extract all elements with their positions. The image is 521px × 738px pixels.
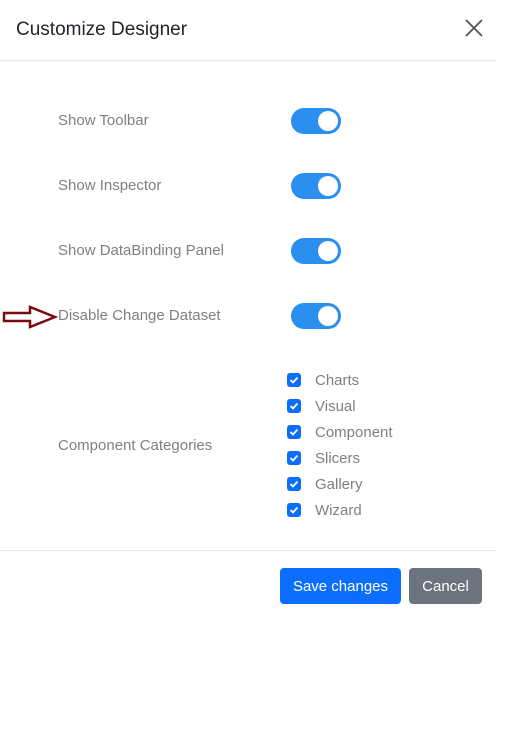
close-icon[interactable] <box>462 16 486 40</box>
dialog-title: Customize Designer <box>16 19 188 40</box>
show-databinding-panel-label: Show DataBinding Panel <box>58 242 224 259</box>
customize-designer-dialog: Customize Designer Show Toolbar Show Ins… <box>0 0 497 620</box>
category-slicers[interactable]: Slicers <box>287 448 360 468</box>
header-divider <box>0 60 497 61</box>
show-inspector-toggle[interactable] <box>291 173 341 199</box>
footer-divider <box>0 550 497 551</box>
checkbox-checked-icon[interactable] <box>287 451 301 465</box>
category-visual[interactable]: Visual <box>287 396 356 416</box>
save-changes-button[interactable]: Save changes <box>280 568 401 604</box>
category-label: Visual <box>315 397 356 415</box>
checkbox-checked-icon[interactable] <box>287 373 301 387</box>
category-charts[interactable]: Charts <box>287 370 359 390</box>
arrow-right-outline-icon <box>2 305 58 329</box>
disable-change-dataset-label: Disable Change Dataset <box>58 307 221 324</box>
category-label: Slicers <box>315 449 361 467</box>
show-inspector-label: Show Inspector <box>58 177 162 194</box>
category-label: Wizard <box>315 501 362 519</box>
checkbox-checked-icon[interactable] <box>287 503 301 517</box>
cancel-button[interactable]: Cancel <box>409 568 482 604</box>
checkbox-checked-icon[interactable] <box>287 477 301 491</box>
checkbox-checked-icon[interactable] <box>287 399 301 413</box>
category-label: Charts <box>315 371 360 389</box>
category-gallery[interactable]: Gallery <box>287 474 363 494</box>
show-toolbar-toggle[interactable] <box>291 108 341 134</box>
category-label: Component <box>315 423 393 441</box>
component-categories-label: Component Categories <box>58 437 213 454</box>
show-databinding-panel-toggle[interactable] <box>291 238 341 264</box>
checkbox-checked-icon[interactable] <box>287 425 301 439</box>
disable-change-dataset-toggle[interactable] <box>291 303 341 329</box>
category-label: Gallery <box>315 475 363 493</box>
category-wizard[interactable]: Wizard <box>287 500 362 520</box>
show-toolbar-label: Show Toolbar <box>58 112 149 129</box>
category-component[interactable]: Component <box>287 422 393 442</box>
